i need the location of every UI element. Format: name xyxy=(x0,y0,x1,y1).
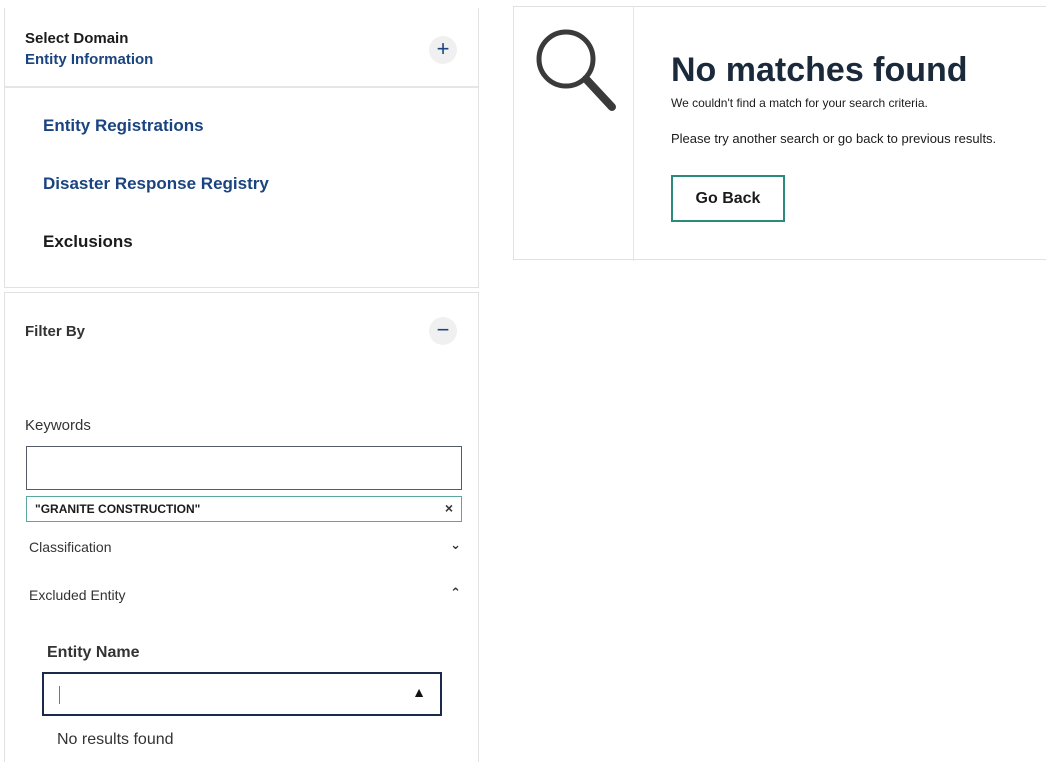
excluded-entity-label: Excluded Entity xyxy=(29,587,126,603)
filter-by-title: Filter By xyxy=(25,323,86,340)
results-divider xyxy=(633,7,634,261)
select-domain-title: Select Domain xyxy=(25,30,129,47)
excluded-entity-accordion[interactable]: Excluded Entity ⌃ xyxy=(25,581,463,611)
keywords-label: Keywords xyxy=(25,417,91,434)
keywords-input[interactable] xyxy=(26,446,462,490)
expand-domain-icon[interactable]: + xyxy=(429,36,457,64)
selected-domain-label: Entity Information xyxy=(25,51,154,68)
domain-link-entity-registrations[interactable]: Entity Registrations xyxy=(43,116,269,174)
try-another-search-message: Please try another search or go back to … xyxy=(671,131,997,146)
select-domain-card: Select Domain Entity Information + Entit… xyxy=(4,8,479,288)
entity-name-combobox[interactable]: ▲ xyxy=(42,672,442,716)
dropdown-toggle-icon[interactable]: ▲ xyxy=(412,684,426,700)
chevron-up-icon: ⌃ xyxy=(450,585,461,600)
entity-name-label: Entity Name xyxy=(47,644,140,661)
sidebar: Select Domain Entity Information + Entit… xyxy=(0,0,480,762)
results-panel: No matches found We couldn't find a matc… xyxy=(513,6,1046,261)
no-results-message: No results found xyxy=(57,731,174,748)
no-matches-message: We couldn't find a match for your search… xyxy=(671,96,928,110)
domain-links: Entity Registrations Disaster Response R… xyxy=(43,116,269,290)
go-back-button[interactable]: Go Back xyxy=(671,175,785,222)
keyword-chip-label: "GRANITE CONSTRUCTION" xyxy=(35,502,201,516)
domain-link-disaster-response-registry[interactable]: Disaster Response Registry xyxy=(43,174,269,232)
classification-label: Classification xyxy=(29,539,112,555)
search-icon xyxy=(536,29,616,111)
remove-keyword-icon[interactable]: × xyxy=(445,500,453,516)
classification-accordion[interactable]: Classification ⌄ xyxy=(25,533,463,563)
filter-by-card: Filter By − Keywords "GRANITE CONSTRUCTI… xyxy=(4,292,479,762)
no-matches-title: No matches found xyxy=(671,51,968,89)
chevron-down-icon: ⌄ xyxy=(450,537,461,552)
collapse-filter-icon[interactable]: − xyxy=(429,317,457,345)
text-caret xyxy=(59,686,60,704)
keyword-chip[interactable]: "GRANITE CONSTRUCTION" × xyxy=(26,496,462,522)
domain-link-exclusions[interactable]: Exclusions xyxy=(43,232,269,290)
select-domain-header[interactable]: Select Domain Entity Information + xyxy=(5,8,478,88)
